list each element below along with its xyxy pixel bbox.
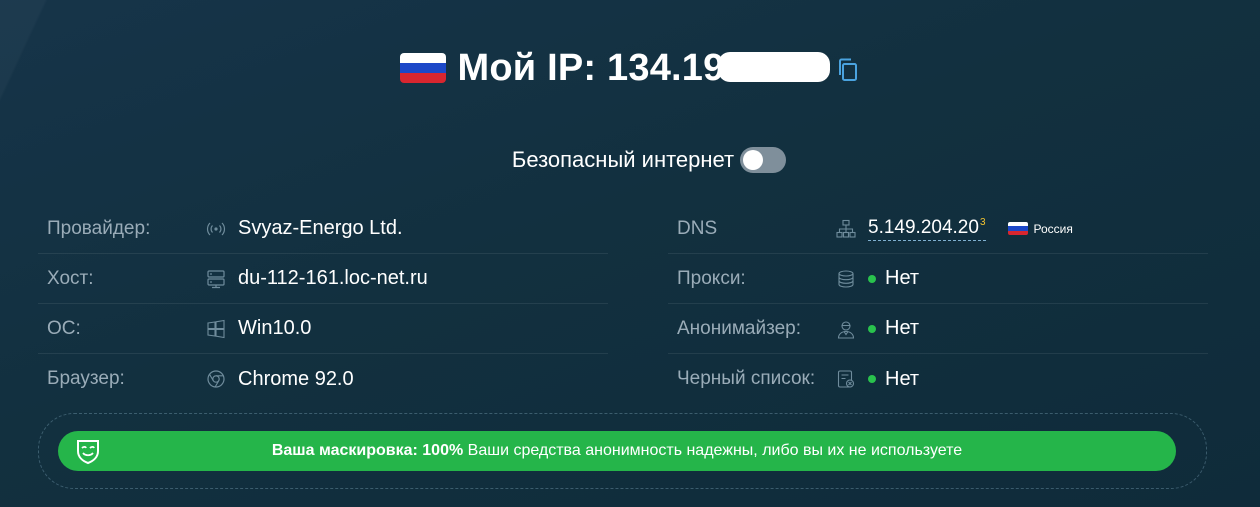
russia-flag-icon	[1007, 222, 1028, 235]
host-label: Хост:	[47, 267, 94, 289]
dns-ip: 5.149.204.20	[868, 216, 979, 238]
info-row-proxy: Прокси: Нет	[668, 254, 1208, 304]
masking-title: Ваша маскировка: 100%	[271, 442, 464, 459]
anonymous-user-icon	[836, 319, 856, 339]
info-row-host: Хост: du-112-161.loc-net.ru	[38, 254, 608, 304]
browser-value: Chrome 92.0	[238, 367, 354, 390]
ip-header: Мой IP: 134.19	[0, 40, 1260, 96]
info-row-browser: Браузер: Chrome 92.0	[38, 354, 608, 404]
connection-info-right: DNS 5.149.204.203 Россия Прокси: Нет Ано…	[668, 204, 1208, 404]
server-icon	[206, 269, 226, 289]
toggle-knob	[743, 150, 764, 170]
info-row-os: ОС: Win10.0	[38, 304, 608, 354]
masking-description: Ваши средства анонимность надежны, либо …	[467, 442, 963, 459]
network-icon	[836, 219, 856, 239]
ip-address-label: Мой IP: 134.19	[457, 46, 725, 89]
host-value: du-112-161.loc-net.ru	[238, 267, 428, 289]
os-value: Win10.0	[238, 317, 312, 339]
ip-address-title: Мой IP: 134.19	[458, 47, 831, 90]
os-label: ОС:	[47, 317, 81, 339]
masking-message: Ваша маскировка: 100% Ваши средства анон…	[58, 442, 1176, 460]
info-row-blacklist: Черный список: Нет	[668, 354, 1208, 404]
dns-value[interactable]: 5.149.204.203	[868, 217, 986, 241]
mask-icon	[77, 440, 99, 465]
safe-internet-row: Безопасный интернет	[0, 142, 1260, 178]
blacklist-status-dot	[868, 375, 876, 383]
provider-value: Svyaz-Energo Ltd.	[238, 217, 403, 239]
anonymizer-status-dot	[868, 324, 876, 333]
safe-internet-toggle[interactable]	[740, 147, 787, 173]
blacklist-icon	[836, 369, 856, 389]
copy-icon[interactable]	[836, 57, 860, 83]
anonymizer-value: Нет	[885, 317, 920, 339]
proxy-label: Прокси:	[677, 267, 746, 289]
chrome-icon	[206, 369, 226, 389]
russia-flag-icon	[399, 53, 446, 83]
blacklist-value: Нет	[885, 367, 920, 390]
signal-icon	[206, 219, 226, 239]
browser-label: Браузер:	[47, 368, 125, 389]
proxy-value: Нет	[885, 267, 920, 289]
dns-count-badge: 3	[979, 216, 986, 228]
info-row-dns: DNS 5.149.204.203 Россия	[668, 204, 1208, 254]
provider-label: Провайдер:	[47, 217, 151, 239]
info-row-provider: Провайдер: Svyaz-Energo Ltd.	[38, 204, 608, 254]
blacklist-label: Черный список:	[677, 368, 816, 389]
safe-internet-label: Безопасный интернет	[511, 147, 735, 172]
dns-country: Россия	[1033, 221, 1073, 236]
windows-icon	[206, 319, 226, 339]
dns-label: DNS	[677, 217, 718, 239]
connection-info-left: Провайдер: Svyaz-Energo Ltd. Хост: du-11…	[38, 204, 608, 404]
proxy-status-dot	[868, 274, 876, 283]
ip-redaction-mask	[718, 52, 831, 83]
masking-status-bar: Ваша маскировка: 100% Ваши средства анон…	[58, 431, 1176, 471]
anonymizer-label: Анонимайзер:	[677, 317, 801, 339]
database-icon	[836, 269, 856, 289]
info-row-anonymizer: Анонимайзер: Нет	[668, 304, 1208, 354]
